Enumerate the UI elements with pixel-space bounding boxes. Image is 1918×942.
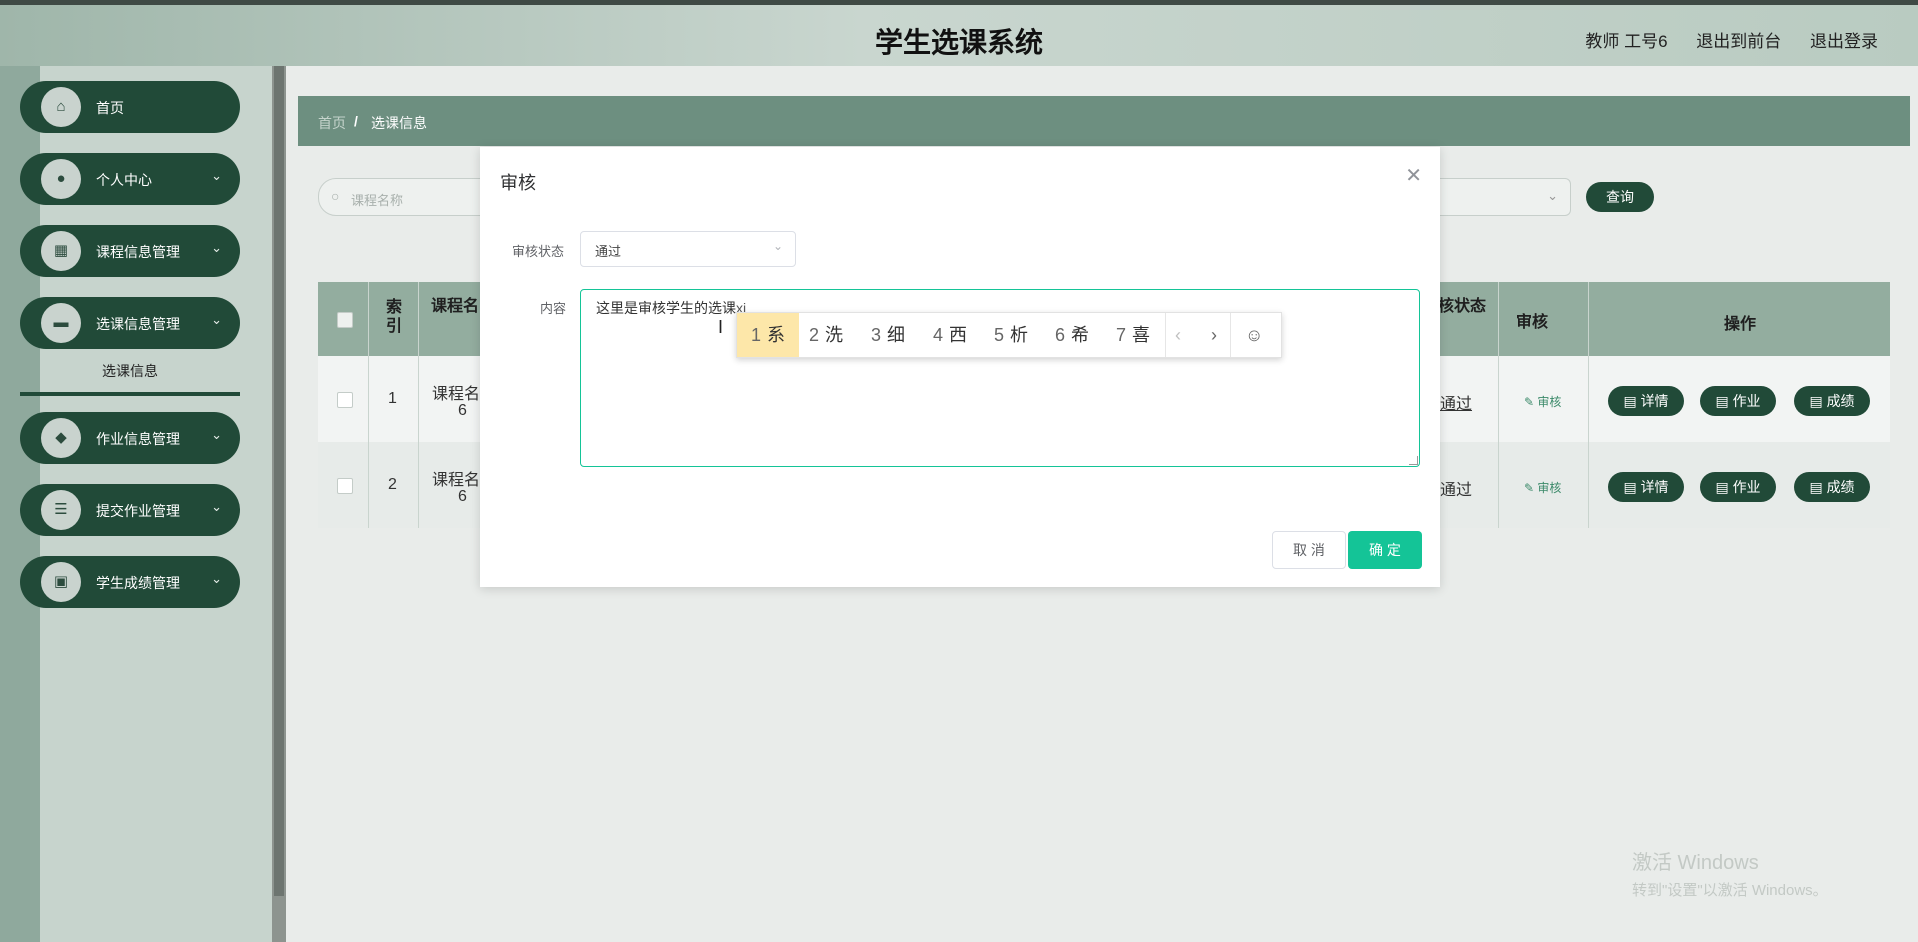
chevron-down-icon: ⌄	[772, 239, 783, 253]
content-text: 这里是审核学生的选课	[596, 300, 736, 316]
ime-candidate[interactable]: 6希	[1055, 313, 1089, 357]
cancel-button[interactable]: 取 消	[1272, 531, 1346, 569]
ime-candidate[interactable]: 7喜	[1116, 313, 1150, 357]
audit-status-select[interactable]: 通过 ⌄	[580, 231, 796, 267]
resize-handle[interactable]	[1409, 456, 1418, 465]
confirm-button[interactable]: 确 定	[1348, 531, 1422, 569]
ime-prev-icon[interactable]: ‹	[1175, 313, 1181, 357]
audit-status-value: 通过	[595, 244, 622, 259]
dialog-title: 审核	[500, 173, 536, 193]
content-label: 内容	[540, 301, 567, 316]
ime-divider	[1230, 313, 1231, 357]
ime-candidate[interactable]: 1系	[737, 313, 799, 357]
audit-dialog: 审核 ✕ 审核状态 通过 ⌄ 内容 这里是审核学生的选课xi I 取 消 确 定	[480, 147, 1440, 587]
text-cursor-icon: I	[718, 317, 724, 337]
ime-divider	[1165, 313, 1166, 357]
ime-candidate[interactable]: 3细	[871, 313, 905, 357]
ime-candidate[interactable]: 2洗	[809, 313, 843, 357]
close-icon[interactable]: ✕	[1405, 163, 1422, 188]
emoji-icon[interactable]: ☺	[1245, 313, 1263, 357]
ime-next-icon[interactable]: ›	[1211, 313, 1217, 357]
ime-candidate-bar: 1系 2洗 3细 4西 5析 6希 7喜 ‹ › ☺	[736, 312, 1282, 358]
status-label: 审核状态	[512, 244, 565, 259]
ime-candidate[interactable]: 5析	[994, 313, 1028, 357]
ime-candidate[interactable]: 4西	[933, 313, 967, 357]
